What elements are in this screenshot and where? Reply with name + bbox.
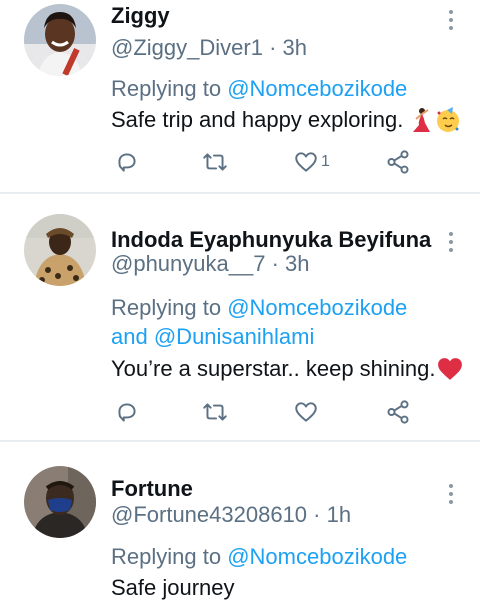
like-button[interactable]: [293, 398, 319, 426]
avatar[interactable]: [24, 4, 96, 76]
dancer-emoji: [413, 108, 431, 132]
timestamp[interactable]: 3h: [283, 35, 307, 60]
share-button[interactable]: [385, 148, 411, 176]
retweet-icon: [203, 403, 227, 421]
reply-button[interactable]: [114, 148, 140, 176]
tweet-text-content: You’re a superstar.. keep shining.: [111, 356, 436, 381]
retweet-button[interactable]: [201, 148, 229, 176]
heart-icon: [295, 402, 317, 422]
replying-to-label: Replying to: [111, 76, 222, 101]
more-options-icon[interactable]: [446, 10, 456, 34]
author-name[interactable]: Indoda Eyaphunyuka Beyifuna: [111, 227, 431, 253]
avatar[interactable]: [24, 214, 96, 286]
reply-icon: [118, 153, 136, 172]
tweet-text: Safe journey: [111, 573, 235, 603]
replying-to: Replying to @Nomcebozikode: [111, 542, 407, 572]
more-options-icon[interactable]: [446, 232, 456, 256]
tweet-actions: 1: [111, 148, 411, 176]
and-conjunction: and: [111, 324, 148, 349]
author-handle[interactable]: @Fortune43208610: [111, 502, 307, 527]
more-options-icon[interactable]: [446, 484, 456, 508]
tweet-actions: [111, 398, 411, 426]
author-handle-line: @Ziggy_Diver1 · 3h: [111, 35, 307, 61]
timestamp[interactable]: 1h: [327, 502, 351, 527]
separator: ·: [271, 251, 279, 276]
replying-to: Replying to @Nomcebozikode: [111, 74, 407, 104]
separator: ·: [269, 35, 277, 60]
mention-link[interactable]: @Nomcebozikode: [227, 295, 407, 320]
share-button[interactable]: [385, 398, 411, 426]
avatar[interactable]: [24, 466, 96, 538]
tweet-3[interactable]: Fortune @Fortune43208610 · 1h Replying t…: [0, 442, 480, 608]
share-icon: [387, 150, 409, 174]
mention-link[interactable]: @Nomcebozikode: [227, 544, 407, 569]
reply-icon: [118, 403, 136, 422]
timestamp[interactable]: 3h: [285, 251, 309, 276]
tweet-text-content: Safe trip and happy exploring.: [111, 107, 404, 132]
author-handle[interactable]: @Ziggy_Diver1: [111, 35, 263, 60]
tweet-text: Safe trip and happy exploring.: [111, 105, 461, 135]
heart-icon: [295, 152, 317, 172]
mention-link[interactable]: @Dunisanihlami: [154, 324, 315, 349]
like-button[interactable]: 1: [293, 148, 330, 176]
author-handle-line: @phunyuka__7 · 3h: [111, 251, 310, 277]
reply-button[interactable]: [114, 398, 140, 426]
tweet-text-content: Safe journey: [111, 575, 235, 600]
tweet-text: You’re a superstar.. keep shining.: [111, 354, 463, 384]
like-count: 1: [321, 153, 330, 170]
mention-link[interactable]: @Nomcebozikode: [227, 76, 407, 101]
replying-to: Replying to @Nomcebozikode: [111, 293, 407, 323]
separator: ·: [313, 502, 321, 527]
red-heart-emoji: [437, 358, 462, 380]
retweet-icon: [203, 153, 227, 171]
retweet-button[interactable]: [201, 398, 229, 426]
share-icon: [387, 400, 409, 424]
author-name[interactable]: Fortune: [111, 476, 193, 502]
author-name[interactable]: Ziggy: [111, 3, 170, 29]
replying-to-label: Replying to: [111, 295, 222, 320]
author-handle[interactable]: @phunyuka__7: [111, 251, 265, 276]
tweet-1[interactable]: Ziggy @Ziggy_Diver1 · 3h Replying to @No…: [0, 0, 480, 192]
replying-to-line-2: and @Dunisanihlami: [111, 322, 314, 352]
author-handle-line: @Fortune43208610 · 1h: [111, 502, 351, 528]
party-face-emoji: [437, 107, 460, 132]
replying-to-label: Replying to: [111, 544, 222, 569]
tweet-2[interactable]: Indoda Eyaphunyuka Beyifuna @phunyuka__7…: [0, 194, 480, 440]
